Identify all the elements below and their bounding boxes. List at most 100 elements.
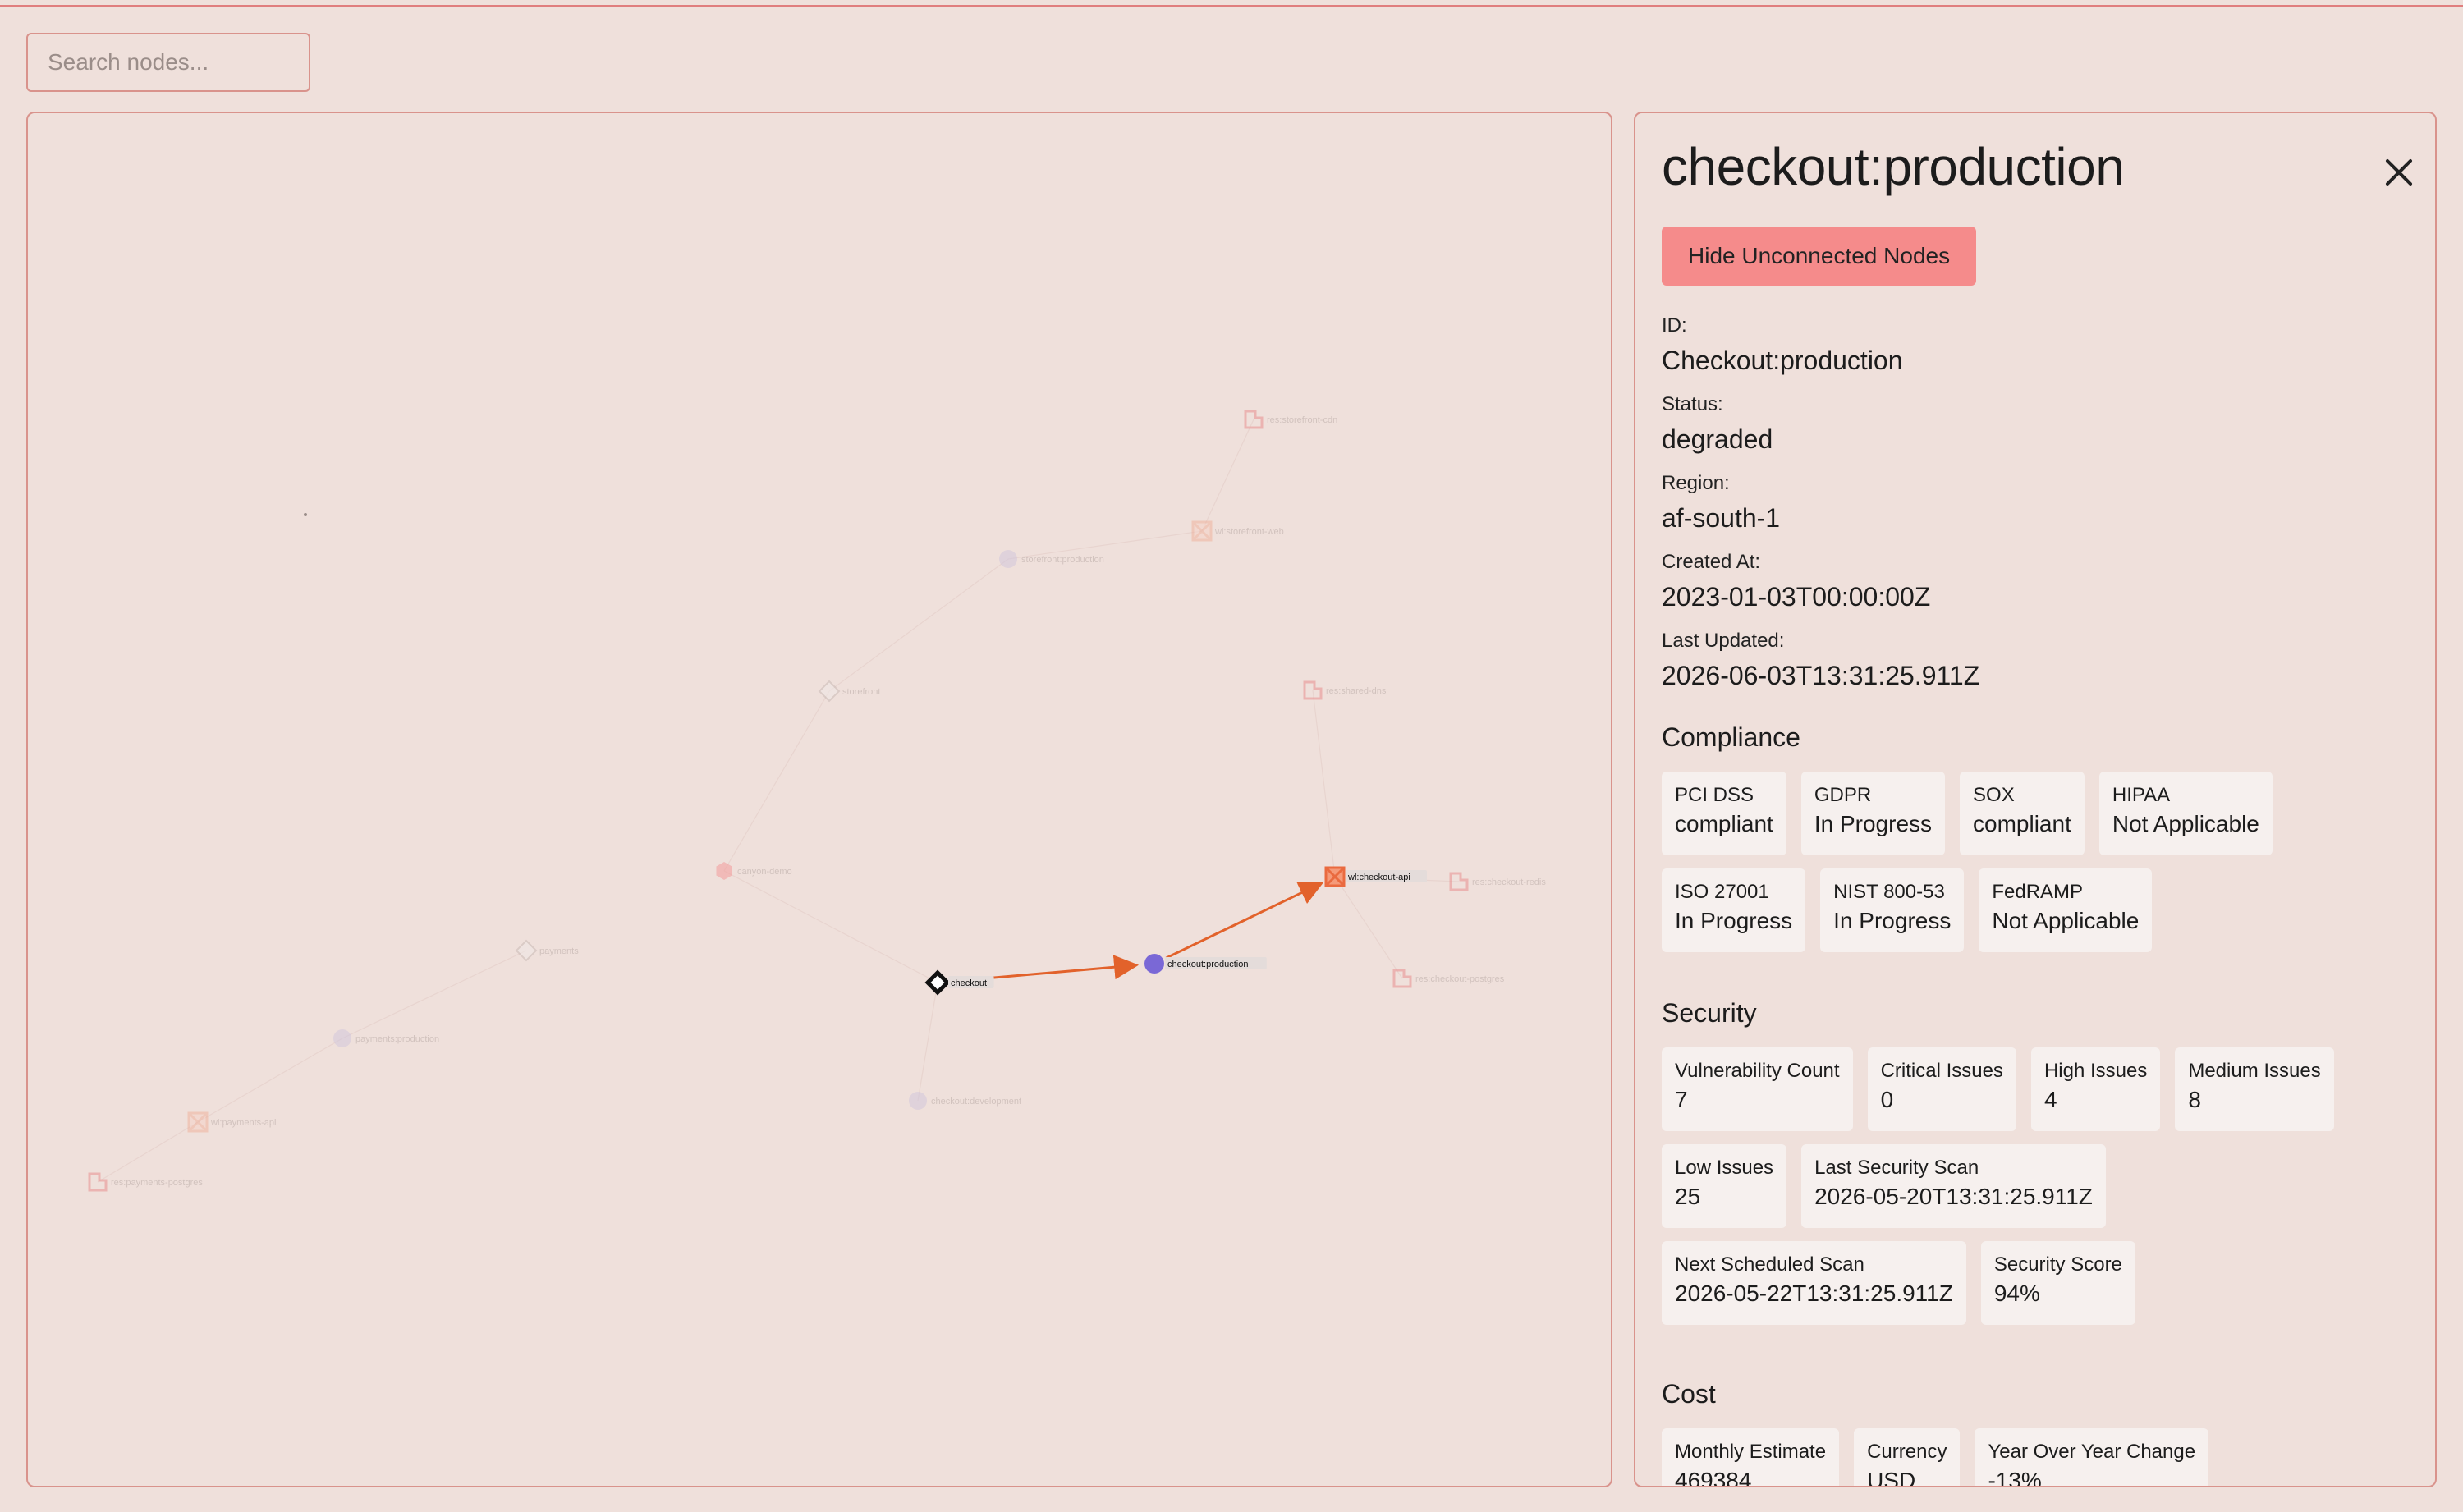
card-key: Last Security Scan (1814, 1157, 1979, 1179)
card-key: Next Scheduled Scan (1675, 1253, 1864, 1276)
graph-node-label: res:checkout-postgres (1415, 974, 1505, 984)
security-card: High Issues 4 (2030, 1047, 2161, 1131)
security-card: Low Issues 25 (1662, 1144, 1787, 1228)
security-card: Last Security Scan 2026-05-20T13:31:25.91… (1801, 1144, 2106, 1228)
hide-unconnected-nodes-button[interactable]: Hide Unconnected Nodes (1662, 227, 1977, 286)
compliance-heading: Compliance (1662, 722, 1800, 752)
card-value: Not Applicable (1992, 908, 2140, 933)
graph-edge[interactable] (1165, 882, 1324, 960)
graph-node-label: payments (539, 946, 579, 956)
node-details-panel: checkout:production Hide Unconnected Nod… (1634, 112, 2437, 1487)
graph-node-label: canyon-demo (737, 867, 792, 877)
security-card: Vulnerability Count 7 (1662, 1047, 1853, 1131)
card-value: 8 (2188, 1087, 2201, 1112)
graph-node[interactable]: wl:payments-api (187, 1111, 276, 1133)
graph-node-label: res:storefront-cdn (1267, 415, 1337, 425)
graph-node[interactable]: checkout (924, 969, 994, 996)
graph-dot (304, 513, 307, 516)
compliance-card: PCI DSS compliant (1662, 772, 1786, 855)
field-last-updated: Last Updated: 2026-06-03T13:31:25.911Z (1662, 629, 1979, 693)
graph-node-label: wl:checkout-api (1347, 873, 1410, 882)
card-key: High Issues (2043, 1060, 2148, 1082)
card-value: 2026-05-22T13:31:25.911Z (1675, 1281, 1953, 1306)
search-input[interactable] (26, 33, 310, 92)
security-card: Critical Issues 0 (1867, 1047, 2016, 1131)
graph-node[interactable]: canyon-demo (716, 862, 792, 880)
field-value: 2026-06-03T13:31:25.911Z (1662, 661, 1980, 690)
card-value: USD (1867, 1468, 1916, 1487)
environment-node-icon (909, 1092, 927, 1110)
graph-node[interactable]: storefront (818, 680, 880, 703)
card-value: In Progress (1814, 811, 1933, 836)
graph-faint-edge (723, 870, 938, 983)
graph-node-label: wl:payments-api (210, 1118, 276, 1128)
graph-faint-edge (197, 1038, 343, 1123)
field-created-at: Created At: 2023-01-03T00:00:00Z (1662, 550, 1930, 614)
graph-node[interactable]: payments (515, 939, 579, 962)
graph-node[interactable]: wl:storefront-web (1191, 520, 1284, 542)
card-key: HIPAA (2112, 784, 2171, 806)
graph-node[interactable]: res:checkout-postgres (1392, 969, 1505, 988)
card-value: 0 (1880, 1087, 1894, 1112)
field-label: Status: (1662, 393, 1723, 415)
field-value: degraded (1662, 424, 1773, 454)
cost-cards: Monthly Estimate 469384 Currency USD Year … (1662, 1428, 2417, 1487)
card-key: Medium Issues (2188, 1060, 2321, 1082)
graph-node[interactable]: checkout:development (909, 1092, 1021, 1110)
field-value: 2023-01-03T00:00:00Z (1662, 582, 1931, 612)
graph-faint-edge (828, 558, 1009, 692)
compliance-card: GDPR In Progress (1800, 772, 1946, 855)
card-value: compliant (1973, 811, 2071, 836)
compliance-card: SOX compliant (1960, 772, 2085, 855)
graph-nodes[interactable]: res:storefront-cdn wl:storefront-web store… (88, 410, 1546, 1192)
graph-node[interactable]: res:shared-dns (1303, 680, 1387, 700)
card-key: Low Issues (1675, 1157, 1774, 1179)
security-cards: Vulnerability Count 7 Critical Issues 0 Hi… (1662, 1047, 2417, 1325)
cost-card: Monthly Estimate 469384 (1662, 1428, 1840, 1487)
card-key: Currency (1867, 1441, 1947, 1463)
graph-node[interactable]: wl:checkout-api (1324, 866, 1427, 887)
compliance-card: ISO 27001 In Progress (1662, 868, 1806, 952)
card-value: 469384 (1675, 1468, 1752, 1487)
card-value: 94% (1993, 1281, 2040, 1306)
card-value: -13% (1988, 1468, 2042, 1487)
field-id: ID: Checkout:production (1662, 314, 1903, 378)
graph-node-label: res:shared-dns (1326, 686, 1387, 696)
field-label: Region: (1662, 472, 1730, 494)
graph-node[interactable]: res:storefront-cdn (1244, 410, 1337, 429)
field-value: af-south-1 (1662, 503, 1781, 533)
graph-canvas[interactable]: res:storefront-cdn wl:storefront-web store… (26, 112, 1612, 1487)
graph-node[interactable]: payments:production (333, 1029, 439, 1047)
field-value: Checkout:production (1662, 346, 1903, 375)
graph-node-label: checkout (951, 978, 987, 988)
environment-node-icon (333, 1029, 351, 1047)
card-value: 25 (1675, 1184, 1701, 1209)
graph-node[interactable]: checkout:production (1144, 954, 1267, 974)
graph-node-label: checkout:production (1167, 960, 1248, 969)
graph-node[interactable]: res:checkout-redis (1449, 872, 1546, 891)
card-key: Year Over Year Change (1988, 1441, 2196, 1463)
field-label: Created At: (1662, 551, 1761, 573)
graph-node-label: wl:storefront-web (1214, 527, 1284, 537)
card-key: NIST 800-53 (1833, 881, 1945, 903)
card-value: 2026-05-20T13:31:25.911Z (1814, 1184, 2093, 1209)
security-card: Next Scheduled Scan 2026-05-22T13:31:25.9… (1662, 1241, 1966, 1325)
cost-card: Year Over Year Change -13% (1975, 1428, 2209, 1487)
card-key: FedRAMP (1992, 881, 2084, 903)
close-icon[interactable] (2379, 153, 2419, 192)
workload-node-icon (1324, 866, 1346, 887)
cost-heading: Cost (1662, 1379, 1716, 1409)
graph-faint-edge (917, 982, 938, 1102)
card-value: compliant (1675, 811, 1773, 836)
card-value: 4 (2043, 1087, 2057, 1112)
details-title: checkout:production (1662, 137, 2125, 196)
compliance-card: NIST 800-53 In Progress (1820, 868, 1965, 952)
card-key: Critical Issues (1880, 1060, 2003, 1082)
field-status: Status: degraded (1662, 392, 1773, 456)
field-label: ID: (1662, 314, 1687, 337)
service-node-icon (515, 939, 538, 962)
card-key: Vulnerability Count (1675, 1060, 1840, 1082)
graph-svg[interactable]: res:storefront-cdn wl:storefront-web store… (28, 113, 1612, 1487)
graph-faint-edge (1334, 876, 1403, 979)
security-card: Medium Issues 8 (2175, 1047, 2334, 1131)
